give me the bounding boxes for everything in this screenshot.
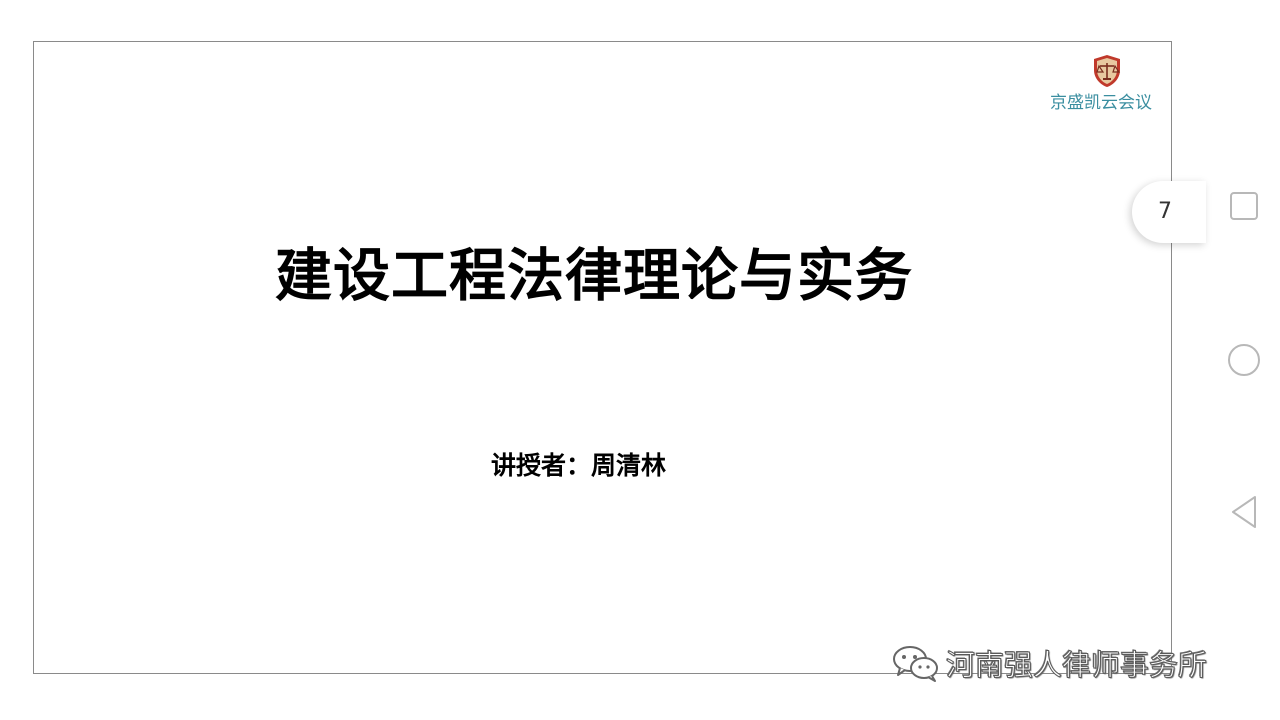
recent-apps-button[interactable] xyxy=(1222,184,1266,228)
page-number: 7 xyxy=(1158,199,1172,224)
screenshot: 京盛凯云会议 建设工程法律理论与实务 讲授者：周清林 7 河南强人律师事务所 xyxy=(0,0,1280,720)
presenter-name: 讲授者：周清林 xyxy=(491,451,667,480)
home-button[interactable] xyxy=(1222,338,1266,382)
presentation-slide: 京盛凯云会议 建设工程法律理论与实务 讲授者：周清林 xyxy=(33,41,1172,674)
page-indicator[interactable]: 7 xyxy=(1132,181,1206,243)
back-button[interactable] xyxy=(1222,490,1266,534)
conference-logo: 京盛凯云会议 xyxy=(1039,52,1163,113)
shield-scales-icon xyxy=(1094,55,1121,87)
triangle-back-icon xyxy=(1232,496,1256,528)
square-icon xyxy=(1230,192,1258,220)
watermark-text: 河南强人律师事务所 xyxy=(945,648,1208,683)
watermark: 河南强人律师事务所 xyxy=(890,640,1208,686)
logo-text: 京盛凯云会议 xyxy=(1050,93,1152,113)
wechat-icon xyxy=(893,646,938,682)
circle-icon xyxy=(1228,344,1260,376)
slide-title: 建设工程法律理论与实务 xyxy=(275,242,913,309)
